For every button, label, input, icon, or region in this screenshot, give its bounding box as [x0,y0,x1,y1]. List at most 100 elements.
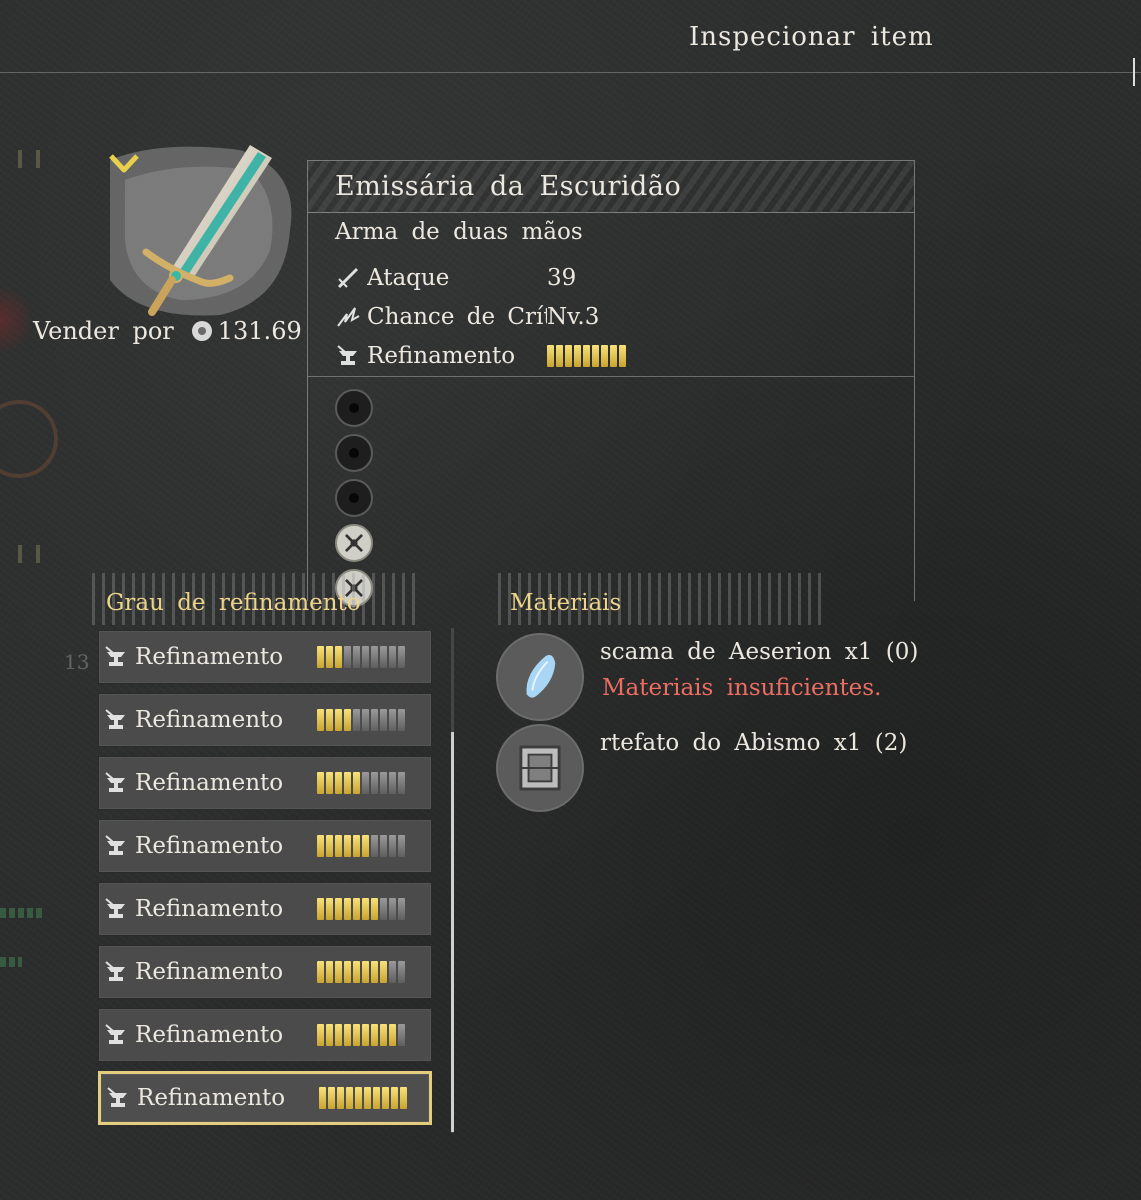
anvil-icon [105,772,125,792]
refine-segment [353,646,360,668]
refine-segment [398,961,405,983]
refine-segment [362,772,369,794]
anvil-icon [105,835,125,855]
refine-segment [382,1087,389,1109]
refine-segment [389,961,396,983]
refine-segment [601,345,608,367]
material-item[interactable]: scama de Aeserion x1 (0) Materiais insuf… [496,633,918,723]
grade-item[interactable]: Refinamento [98,630,432,684]
refine-segment [371,961,378,983]
refine-segment [398,709,405,731]
refine-segment [337,1087,344,1109]
header-divider [0,58,1141,86]
refine-segment [389,835,396,857]
refine-segment [326,835,333,857]
refine-segment [400,1087,407,1109]
refine-segment [389,772,396,794]
refine-segment [335,898,342,920]
socket-slot-empty[interactable] [335,479,373,517]
refine-segment [619,345,626,367]
refine-segment [355,1087,362,1109]
grade-bar [317,835,405,857]
grade-label: Refinamento [135,896,284,922]
refine-segment [389,1024,396,1046]
refine-level-bar [547,345,626,367]
refine-segment [317,772,324,794]
grade-item[interactable]: Refinamento [98,882,432,936]
item-name-bar: Emissária da Escuridão [308,161,914,213]
refine-segment [353,709,360,731]
decor-bars [18,150,40,168]
refine-segment [547,345,554,367]
stat-crit: Chance de Crít Nv.3 [335,302,599,332]
grade-item-selected[interactable]: Refinamento [98,1071,432,1125]
item-details-panel: Emissária da Escuridão Arma de duas mãos… [307,160,915,607]
anvil-icon [105,961,125,981]
scale-icon [496,633,584,721]
grade-bar [317,772,405,794]
refine-segment [344,898,351,920]
coin-icon [191,321,212,341]
refine-segment [326,898,333,920]
refine-segment [380,709,387,731]
anvil-icon [105,709,125,729]
refine-segment [353,1024,360,1046]
anvil-icon [337,345,357,365]
refine-segment [398,1024,405,1046]
refine-segment [344,646,351,668]
refine-segment [317,646,324,668]
refine-segment [362,646,369,668]
item-name: Emissária da Escuridão [335,171,682,202]
refine-segment [380,898,387,920]
refine-segment [335,646,342,668]
grade-item[interactable]: Refinamento [98,819,432,873]
item-type: Arma de duas mãos [335,219,583,245]
stat-label: Ataque [367,265,450,291]
grade-item[interactable]: Refinamento [98,756,432,810]
sell-label: Vender por [33,317,174,345]
refine-segment [380,835,387,857]
decor-bars [18,545,40,563]
rune-slot-icon[interactable] [335,524,373,562]
grade-bar [317,898,405,920]
stat-refine: Refinamento [335,341,626,371]
refine-segment [326,772,333,794]
stat-divider [308,376,914,377]
grade-label: Refinamento [135,833,284,859]
refine-segment [344,961,351,983]
refine-segment [335,709,342,731]
refine-segment [362,961,369,983]
refine-segment [364,1087,371,1109]
socket-slot-empty[interactable] [335,434,373,472]
grade-bar [317,709,405,731]
crit-icon [337,307,360,327]
decor-meter [0,908,44,918]
stat-attack: Ataque 39 [335,263,576,293]
grade-item[interactable]: Refinamento [98,693,432,747]
anvil-icon [105,898,125,918]
grade-list-scroll-thumb[interactable] [451,732,454,1132]
decor-meter [0,957,22,967]
refine-segment [389,898,396,920]
header-tick [1133,58,1135,86]
refine-segment [556,345,563,367]
grade-bar [319,1087,407,1109]
refine-segment [398,898,405,920]
refine-segment [371,898,378,920]
socket-slot-empty[interactable] [335,389,373,427]
page-title: Inspecionar item [689,22,934,52]
material-item[interactable]: rtefato do Abismo x1 (2) [496,724,916,814]
refine-segment [317,961,324,983]
grade-label: Refinamento [135,770,284,796]
grade-bar [317,1024,405,1046]
grade-item[interactable]: Refinamento [98,1008,432,1062]
grade-label: Refinamento [137,1085,286,1111]
grade-item[interactable]: Refinamento [98,945,432,999]
refine-segment [353,772,360,794]
anvil-icon [105,646,125,666]
refine-segment [380,646,387,668]
refine-segment [319,1087,326,1109]
refine-segment [380,961,387,983]
refine-segment [326,646,333,668]
refine-segment [326,961,333,983]
